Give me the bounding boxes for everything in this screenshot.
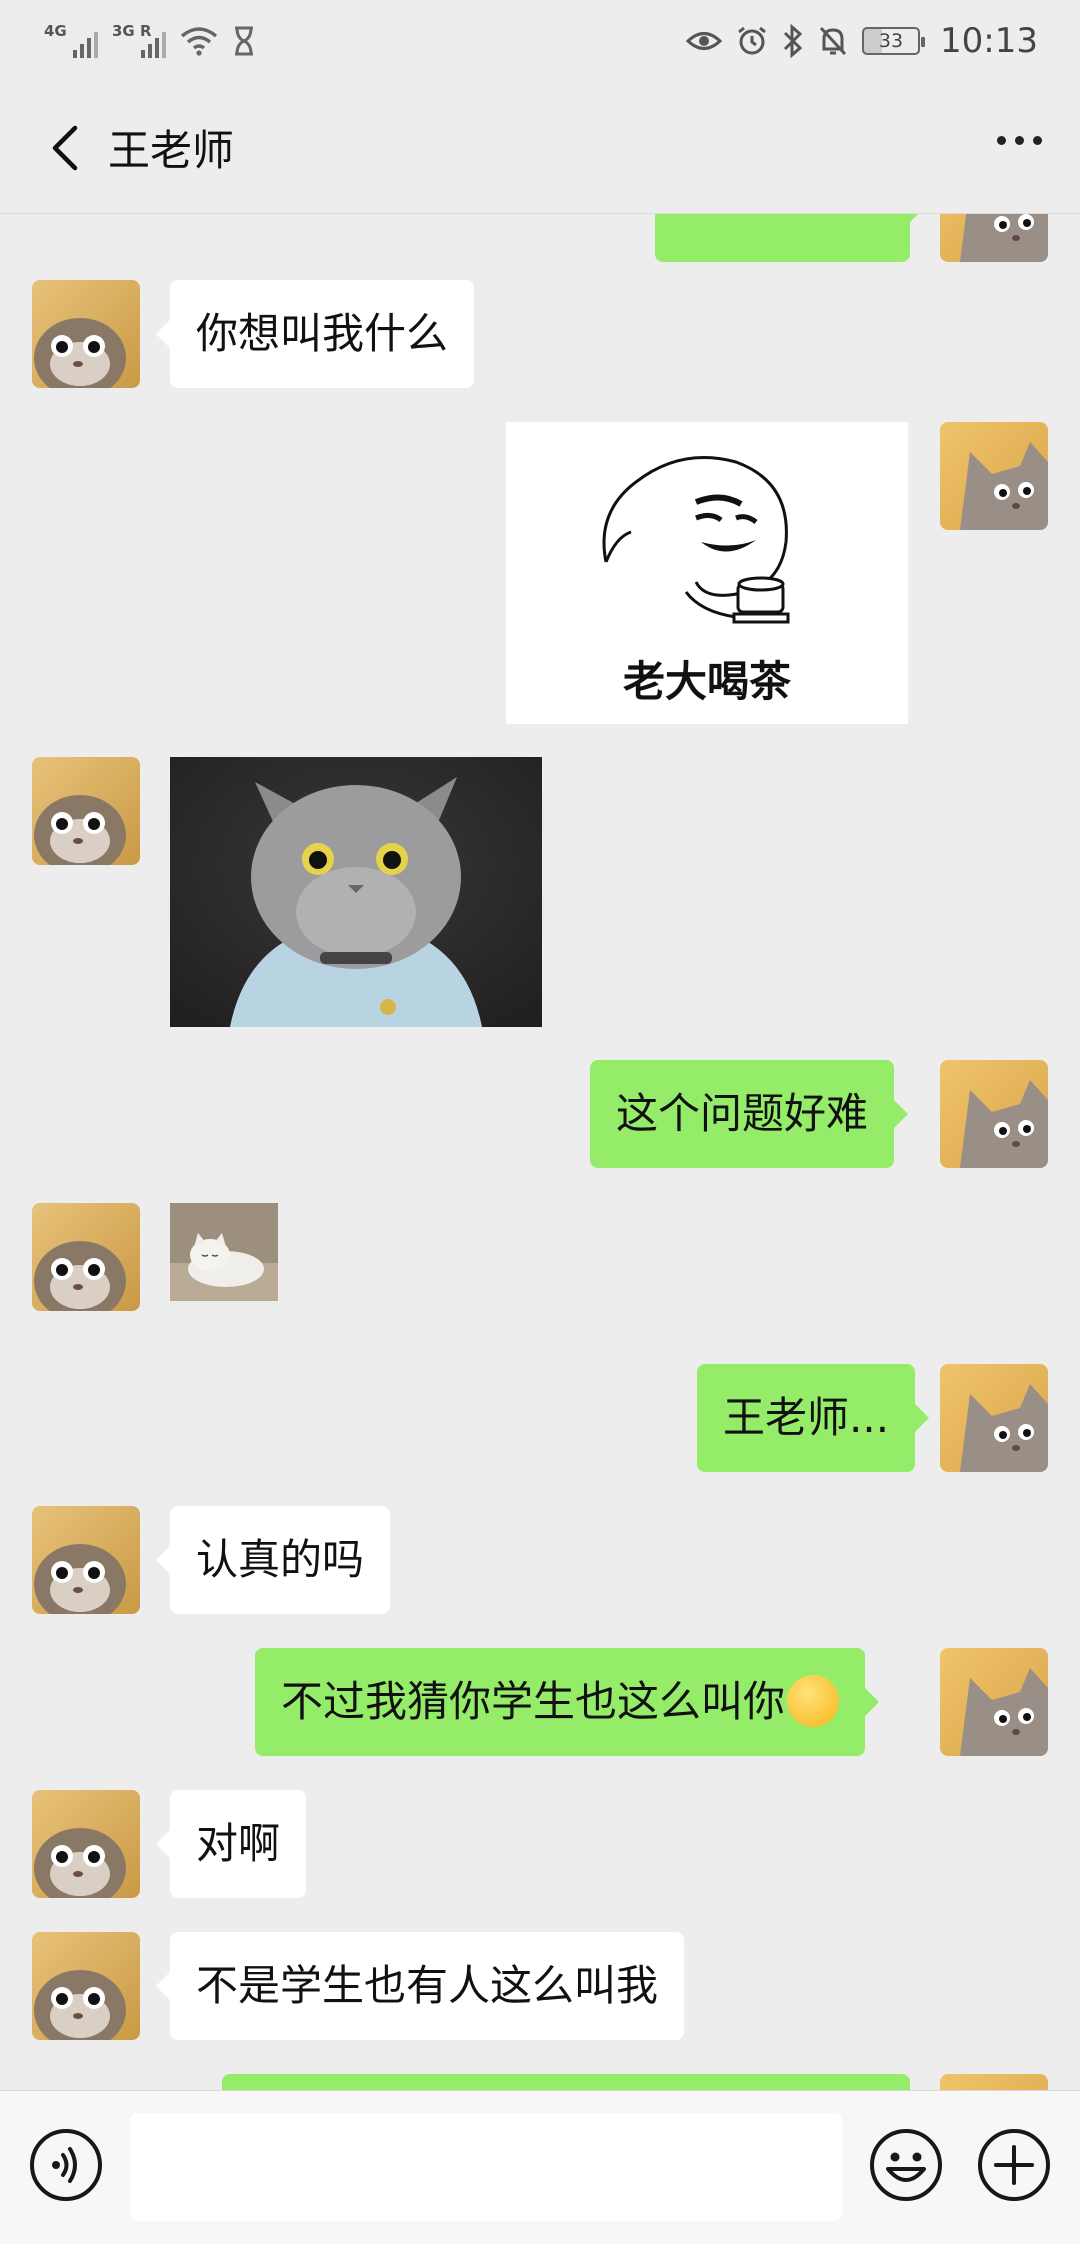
input-bar (0, 2090, 1080, 2244)
message-text: 这个问题好难 (616, 1089, 869, 1138)
message-bubble-incoming[interactable]: 对啊 (155, 1790, 307, 1898)
my-avatar[interactable] (940, 1364, 1048, 1472)
my-avatar[interactable] (940, 1648, 1048, 1756)
emoji-button[interactable] (868, 2127, 944, 2203)
sticker-caption: 老大喝茶 (622, 657, 791, 706)
back-button[interactable] (34, 118, 94, 178)
battery-icon: 33 (862, 27, 926, 55)
message-text: 不是学生也有人这么叫我 (196, 1961, 659, 2010)
signal-sim1-icon: 4G (44, 22, 98, 60)
alarm-icon (738, 26, 766, 55)
wifi-icon (180, 27, 218, 56)
more-functions-button[interactable] (976, 2127, 1052, 2203)
message-text: 对啊 (196, 1819, 281, 1868)
message-bubble-incoming[interactable]: 不是学生也有人这么叫我 (155, 1932, 685, 2040)
contact-avatar[interactable] (32, 757, 140, 865)
message-bubble-incoming[interactable]: 你想叫我什么 (155, 280, 475, 388)
message-bubble-outgoing[interactable]: 这个问题好难 (590, 1060, 909, 1168)
message-text: 认真的吗 (196, 1535, 365, 1584)
contact-avatar[interactable] (32, 1506, 140, 1614)
message-input[interactable] (130, 2113, 842, 2221)
voice-button[interactable] (28, 2127, 104, 2203)
message-bubble-incoming[interactable]: 认真的吗 (155, 1506, 391, 1614)
mute-bell-icon (819, 26, 847, 56)
signal-sim2-icon: 3G R (112, 22, 166, 60)
message-bubble-outgoing[interactable]: 王老师... (697, 1364, 930, 1472)
message-list[interactable]: 你想叫我什么 老大喝茶 这个问题好难 王老师... 认真的吗 不过我猜你学生也这… (0, 214, 1080, 2090)
bluetooth-icon (783, 24, 803, 58)
my-avatar[interactable] (940, 214, 1048, 262)
message-text: 不过我猜你学生也这么叫你 (281, 1677, 786, 1726)
more-dots-icon (997, 136, 1006, 145)
battery-level: 33 (878, 30, 904, 52)
message-bubble-outgoing[interactable] (222, 2074, 910, 2090)
clock: 10:13 (940, 21, 1038, 61)
message-bubble-outgoing[interactable] (655, 214, 924, 262)
chat-header: 王老师 (0, 82, 1080, 214)
contact-avatar[interactable] (32, 280, 140, 388)
my-avatar[interactable] (940, 422, 1048, 530)
status-bar: 4G 3G R 33 10:13 (0, 0, 1080, 82)
small-white-cat-image[interactable] (170, 1203, 278, 1301)
message-text: 你想叫我什么 (196, 309, 449, 358)
my-avatar[interactable] (940, 1060, 1048, 1168)
sticker-message[interactable]: 老大喝茶 (506, 422, 908, 724)
more-button[interactable] (995, 122, 1044, 159)
laughing-crying-emoji-icon (787, 1674, 840, 1727)
hourglass-icon (235, 26, 253, 56)
chevron-left-icon (52, 125, 78, 170)
message-bubble-outgoing[interactable]: 不过我猜你学生也这么叫你 (255, 1648, 880, 1756)
chat-title: 王老师 (108, 126, 235, 175)
contact-avatar[interactable] (32, 1203, 140, 1311)
message-text: 王老师... (723, 1393, 890, 1442)
my-avatar[interactable] (940, 2074, 1048, 2090)
meme-face-drinking-tea-image (602, 456, 790, 624)
contact-avatar[interactable] (32, 1932, 140, 2040)
network-type-1: 4G (44, 22, 67, 40)
cat-in-sweater-image[interactable] (170, 757, 542, 1027)
eye-icon (686, 32, 723, 50)
contact-avatar[interactable] (32, 1790, 140, 1898)
